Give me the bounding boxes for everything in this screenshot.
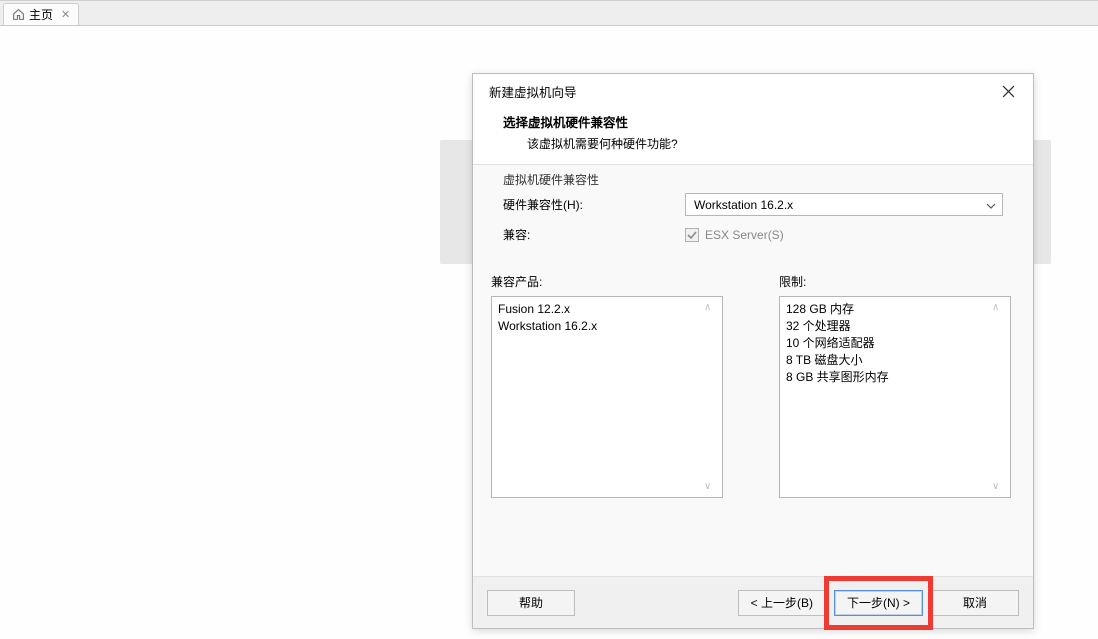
tab-home[interactable]: 主页 ✕ xyxy=(3,3,79,25)
products-label: 兼容产品: xyxy=(491,273,723,290)
list-item: 8 TB 磁盘大小 xyxy=(786,352,1004,369)
list-item: 8 GB 共享图形内存 xyxy=(786,369,1004,386)
list-item[interactable]: Fusion 12.2.x xyxy=(498,301,716,318)
dialog-subheader: 选择虚拟机硬件兼容性 该虚拟机需要何种硬件功能? xyxy=(473,108,1033,164)
list-item: 128 GB 内存 xyxy=(786,301,1004,318)
dialog-footer: 帮助 < 上一步(B) 下一步(N) > 取消 xyxy=(473,576,1033,628)
scroll-down-icon: ∨ xyxy=(704,478,718,495)
section-title: 选择虚拟机硬件兼容性 xyxy=(503,112,1003,131)
limits-label: 限制: xyxy=(779,273,806,290)
compatible-row: 兼容: ESX Server(S) xyxy=(503,226,1003,243)
back-button[interactable]: < 上一步(B) xyxy=(738,590,826,616)
select-value: Workstation 16.2.x xyxy=(694,198,793,212)
list-item: 32 个处理器 xyxy=(786,318,1004,335)
check-icon xyxy=(687,230,697,240)
esx-label: ESX Server(S) xyxy=(705,228,784,242)
esx-checkbox-row: ESX Server(S) xyxy=(685,228,784,242)
hardware-compat-select[interactable]: Workstation 16.2.x xyxy=(685,193,1003,216)
tab-bar: 主页 ✕ xyxy=(0,0,1098,26)
compat-label: 硬件兼容性(H): xyxy=(503,196,685,213)
esx-checkbox xyxy=(685,228,699,242)
group-label: 虚拟机硬件兼容性 xyxy=(499,171,603,188)
limits-list[interactable]: ∧ ∨ 128 GB 内存32 个处理器10 个网络适配器8 TB 磁盘大小8 … xyxy=(779,296,1011,498)
scroll-up-icon: ∧ xyxy=(704,299,718,316)
next-button[interactable]: 下一步(N) > xyxy=(834,590,923,616)
section-description: 该虚拟机需要何种硬件功能? xyxy=(503,135,1003,152)
home-icon xyxy=(12,8,25,21)
hardware-compat-group: 虚拟机硬件兼容性 硬件兼容性(H): Workstation 16.2.x 兼容… xyxy=(491,179,1015,263)
columns: ∧ ∨ Fusion 12.2.xWorkstation 16.2.x ∧ ∨ … xyxy=(491,296,1015,498)
compatible-label: 兼容: xyxy=(503,226,685,243)
close-icon xyxy=(1002,85,1015,98)
dialog-title: 新建虚拟机向导 xyxy=(489,82,577,101)
dialog-close-button[interactable] xyxy=(993,79,1023,103)
columns-header: 兼容产品: 限制: xyxy=(491,273,1015,290)
list-item: 10 个网络适配器 xyxy=(786,335,1004,352)
chevron-down-icon xyxy=(986,198,996,212)
help-button[interactable]: 帮助 xyxy=(487,590,575,616)
tab-label: 主页 xyxy=(29,6,53,23)
dialog-body: 虚拟机硬件兼容性 硬件兼容性(H): Workstation 16.2.x 兼容… xyxy=(473,165,1033,576)
scroll-up-icon: ∧ xyxy=(992,299,1006,316)
compat-row: 硬件兼容性(H): Workstation 16.2.x xyxy=(503,193,1003,216)
compatible-products-list[interactable]: ∧ ∨ Fusion 12.2.xWorkstation 16.2.x xyxy=(491,296,723,498)
dialog-titlebar: 新建虚拟机向导 xyxy=(473,74,1033,108)
cancel-button[interactable]: 取消 xyxy=(931,590,1019,616)
new-vm-wizard-dialog: 新建虚拟机向导 选择虚拟机硬件兼容性 该虚拟机需要何种硬件功能? 虚拟机硬件兼容… xyxy=(472,73,1034,629)
list-item[interactable]: Workstation 16.2.x xyxy=(498,318,716,335)
scroll-down-icon: ∨ xyxy=(992,478,1006,495)
tab-close-icon[interactable]: ✕ xyxy=(61,8,70,21)
